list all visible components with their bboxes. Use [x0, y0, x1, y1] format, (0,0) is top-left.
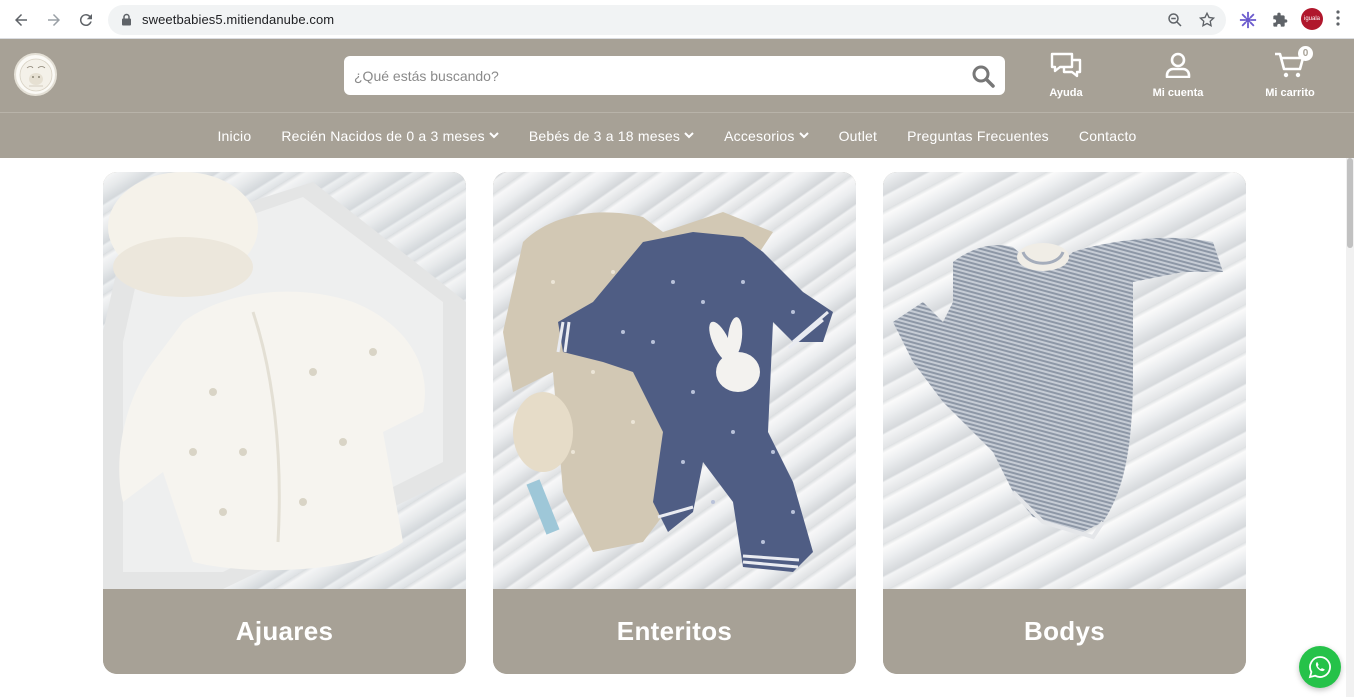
account-label: Mi cuenta: [1152, 87, 1204, 99]
category-title: Ajuares: [103, 589, 466, 674]
menu-item-label: Preguntas Frecuentes: [907, 127, 1049, 144]
back-icon[interactable]: [9, 8, 33, 32]
browser-menu-icon[interactable]: [1336, 10, 1340, 31]
logo-image: [19, 58, 52, 91]
user-icon: [1165, 52, 1191, 83]
menu-item-accesorios[interactable]: Accesorios: [709, 128, 823, 144]
search-box: [344, 56, 1005, 95]
menu-item-contacto[interactable]: Contacto: [1064, 128, 1152, 144]
category-image-enteritos: [493, 172, 856, 589]
category-image-ajuares: [103, 172, 466, 589]
category-grid: Ajuares Enteritos Bodys: [0, 158, 1354, 697]
extensions-puzzle-icon[interactable]: [1269, 9, 1291, 31]
menu-item-faq[interactable]: Preguntas Frecuentes: [892, 128, 1064, 144]
bookmark-star-icon[interactable]: [1198, 11, 1216, 34]
category-card-bodys[interactable]: Bodys: [883, 172, 1246, 674]
whatsapp-icon: [1308, 656, 1331, 679]
menu-item-outlet[interactable]: Outlet: [824, 128, 893, 144]
chat-bubbles-icon: [1050, 52, 1082, 83]
address-bar[interactable]: sweetbabies5.mitiendanube.com: [108, 5, 1226, 35]
category-title: Bodys: [883, 589, 1246, 674]
store-logo[interactable]: [14, 53, 57, 96]
menu-item-label: Inicio: [217, 127, 252, 144]
lock-icon: [121, 13, 132, 31]
menu-item-label: Recién Nacidos de 0 a 3 meses: [281, 127, 485, 144]
help-link[interactable]: Ayuda: [1021, 52, 1111, 99]
cart-icon: 0: [1274, 46, 1313, 83]
url-text: sweetbabies5.mitiendanube.com: [142, 12, 335, 27]
zoom-out-icon[interactable]: [1166, 11, 1184, 34]
main-menu: Inicio Recién Nacidos de 0 a 3 meses Beb…: [0, 112, 1354, 158]
help-label: Ayuda: [1049, 87, 1083, 99]
browser-toolbar: sweetbabies5.mitiendanube.com iguala: [0, 0, 1354, 39]
menu-item-label: Outlet: [838, 127, 878, 144]
profile-avatar[interactable]: iguala: [1301, 8, 1323, 30]
category-card-enteritos[interactable]: Enteritos: [493, 172, 856, 674]
menu-item-inicio[interactable]: Inicio: [202, 128, 266, 144]
account-link[interactable]: Mi cuenta: [1133, 52, 1223, 99]
profile-label: iguala: [1303, 16, 1320, 22]
page-scrollbar[interactable]: [1346, 158, 1354, 697]
menu-item-label: Accesorios: [724, 127, 795, 144]
chevron-down-icon: [489, 132, 499, 139]
extension-flower-icon[interactable]: [1237, 9, 1259, 31]
cart-label: Mi carrito: [1265, 87, 1315, 99]
category-image-bodys: [883, 172, 1246, 589]
category-title: Enteritos: [493, 589, 856, 674]
menu-item-label: Bebés de 3 a 18 meses: [528, 127, 681, 144]
forward-icon[interactable]: [42, 8, 66, 32]
cart-count-badge: 0: [1298, 46, 1313, 61]
site-header: Ayuda Mi cuenta 0 Mi carrito: [0, 39, 1354, 112]
whatsapp-button[interactable]: [1299, 646, 1341, 688]
menu-item-bebes[interactable]: Bebés de 3 a 18 meses: [514, 128, 709, 144]
chevron-down-icon: [684, 132, 694, 139]
chevron-down-icon: [798, 132, 809, 139]
category-card-ajuares[interactable]: Ajuares: [103, 172, 466, 674]
menu-item-label: Contacto: [1078, 127, 1137, 144]
menu-item-recien-nacidos[interactable]: Recién Nacidos de 0 a 3 meses: [266, 128, 513, 144]
search-input[interactable]: [354, 56, 954, 95]
reload-icon[interactable]: [74, 8, 98, 32]
cart-link[interactable]: 0 Mi carrito: [1245, 46, 1335, 99]
scrollbar-thumb[interactable]: [1347, 158, 1353, 248]
search-icon[interactable]: [971, 64, 995, 93]
